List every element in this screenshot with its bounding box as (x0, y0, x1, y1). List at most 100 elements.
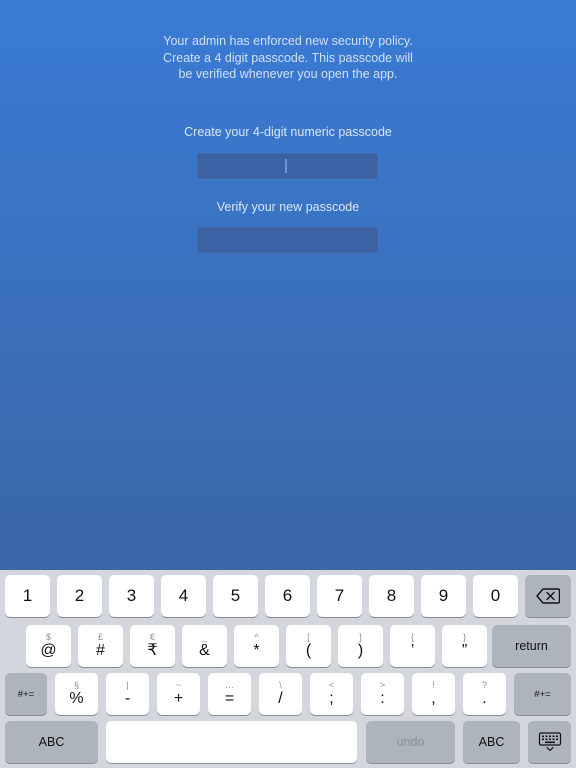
key-label: / (278, 690, 283, 707)
key-alt-label: ^ (254, 632, 259, 642)
key-label: ABC (38, 735, 65, 749)
key-alt-label: { (410, 632, 414, 642)
verify-passcode-input[interactable] (197, 227, 378, 253)
key-alt-label: € (149, 632, 155, 642)
policy-line-2: Create a 4 digit passcode. This passcode… (163, 50, 413, 65)
key-equals[interactable]: … = (208, 673, 251, 715)
key-label: ( (305, 642, 312, 659)
key-alt-label: ? (481, 680, 487, 690)
key-label: #+= (534, 688, 551, 700)
key-label: 0 (490, 586, 501, 605)
key-label: #+= (17, 688, 35, 700)
key-4[interactable]: 4 (161, 575, 206, 617)
create-passcode-label: Create your 4-digit numeric passcode (184, 125, 392, 139)
key-label: ABC (478, 735, 505, 749)
key-label: ₹ (147, 642, 158, 659)
key-label: ’ (410, 642, 415, 659)
key-at[interactable]: $ @ (26, 625, 71, 667)
key-label: % (69, 690, 84, 707)
key-alt-label: > (379, 680, 386, 690)
key-alt-label: [ (307, 632, 310, 642)
key-asterisk[interactable]: ^ * (234, 625, 279, 667)
key-label: & (199, 642, 210, 659)
verify-passcode-label: Verify your new passcode (216, 200, 360, 214)
key-label: undo (396, 735, 425, 749)
key-label: 2 (74, 586, 85, 605)
key-label: ” (461, 642, 468, 659)
key-alt-label: } (462, 632, 466, 642)
keyboard-dismiss-icon (538, 732, 561, 752)
key-label: return (515, 639, 548, 653)
key-alt-label: | (126, 680, 129, 690)
dismiss-keyboard-key[interactable] (528, 721, 571, 763)
key-apostrophe[interactable]: {’ (390, 625, 435, 667)
key-label: = (224, 690, 235, 707)
key-left-paren[interactable]: [( (286, 625, 331, 667)
key-0[interactable]: 0 (473, 575, 518, 617)
key-label: 6 (282, 586, 293, 605)
key-label: 4 (178, 586, 189, 605)
key-hash[interactable]: £ # (78, 625, 123, 667)
key-label: ) (357, 642, 364, 659)
key-6[interactable]: 6 (265, 575, 310, 617)
key-ampersand[interactable]: _ & (182, 625, 227, 667)
abc-key-left[interactable]: ABC (5, 721, 98, 763)
space-key[interactable] (106, 721, 357, 763)
key-label: 5 (230, 586, 241, 605)
key-semicolon[interactable]: <; (310, 673, 353, 715)
key-alt-label: _ (201, 632, 207, 642)
key-percent[interactable]: §% (55, 673, 98, 715)
key-alt-label: ~ (175, 680, 182, 690)
key-1[interactable]: 1 (5, 575, 50, 617)
key-rupee[interactable]: € ₹ (130, 625, 175, 667)
abc-key-right[interactable]: ABC (463, 721, 520, 763)
passcode-screen: Your admin has enforced new security pol… (0, 0, 576, 570)
key-label: # (96, 642, 105, 659)
key-2[interactable]: 2 (57, 575, 102, 617)
key-label: ; (329, 690, 334, 707)
text-caret (285, 159, 287, 173)
key-label: 7 (334, 586, 345, 605)
key-label: 3 (126, 586, 137, 605)
key-alt-label: … (225, 680, 234, 690)
key-slash[interactable]: \ / (259, 673, 302, 715)
undo-key[interactable]: undo (366, 721, 455, 763)
key-5[interactable]: 5 (213, 575, 258, 617)
key-label: @ (40, 642, 57, 659)
key-period[interactable]: ?. (463, 673, 506, 715)
key-label: 1 (22, 586, 33, 605)
backspace-icon (536, 588, 560, 604)
key-colon[interactable]: >: (361, 673, 404, 715)
create-passcode-input[interactable] (197, 153, 378, 179)
key-alt-label: $ (45, 632, 51, 642)
onscreen-keyboard: 1 2 3 4 5 6 7 8 9 0 $ @ £ # € ₹ _ & ^ * [( ])… (0, 570, 576, 768)
key-label: : (380, 690, 385, 707)
key-alt-label: £ (97, 632, 103, 642)
key-alt-label: § (73, 680, 79, 690)
key-label: 8 (386, 586, 397, 605)
key-label: - (124, 690, 131, 707)
key-alt-label: \ (279, 680, 282, 690)
policy-line-3: be verified whenever you open the app. (178, 67, 398, 81)
key-7[interactable]: 7 (317, 575, 362, 617)
key-comma[interactable]: !, (412, 673, 455, 715)
key-3[interactable]: 3 (109, 575, 154, 617)
backspace-key[interactable] (525, 575, 571, 617)
key-label: + (173, 690, 184, 707)
key-8[interactable]: 8 (369, 575, 414, 617)
key-right-paren[interactable]: ]) (338, 625, 383, 667)
security-policy-message: Your admin has enforced new security pol… (0, 33, 576, 83)
symbols-key-right[interactable]: #+= (514, 673, 571, 715)
key-alt-label: ] (359, 632, 362, 642)
key-label: * (253, 642, 260, 659)
key-minus[interactable]: | - (106, 673, 149, 715)
return-key[interactable]: return (492, 625, 571, 667)
key-9[interactable]: 9 (421, 575, 466, 617)
symbols-key-left[interactable]: #+= (5, 673, 47, 715)
key-label: . (482, 690, 487, 707)
key-plus[interactable]: ~ + (157, 673, 200, 715)
key-label: , (431, 690, 436, 707)
key-quote[interactable]: }” (442, 625, 487, 667)
key-alt-label: ! (432, 680, 435, 690)
key-alt-label: < (328, 680, 335, 690)
